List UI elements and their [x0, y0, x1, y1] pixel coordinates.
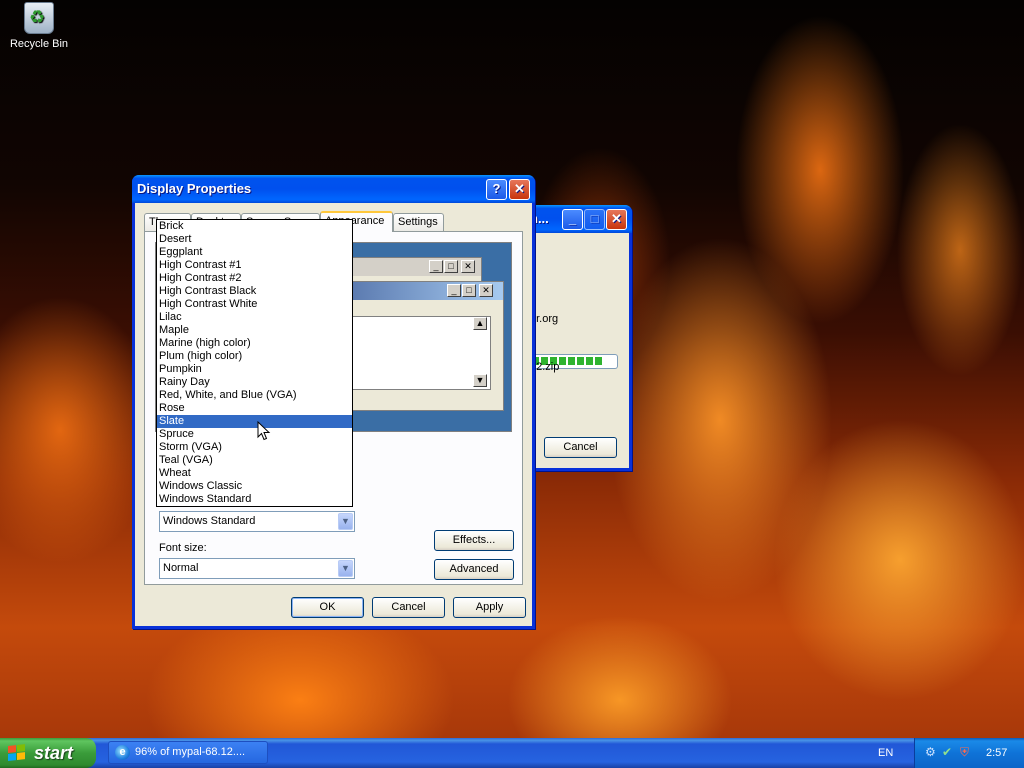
color-scheme-option[interactable]: Red, White, and Blue (VGA): [157, 389, 352, 402]
language-indicator[interactable]: EN: [878, 738, 893, 768]
color-scheme-option[interactable]: Brick: [157, 220, 352, 233]
system-tray: ⚙ ✔ ⛨ 2:57: [914, 738, 1024, 768]
taskbar-item-label: 96% of mypal-68.12....: [135, 746, 246, 758]
color-scheme-select[interactable]: Windows Standard ▼: [159, 511, 355, 532]
color-scheme-option[interactable]: Windows Standard: [157, 493, 352, 506]
window-title: Display Properties: [137, 181, 252, 196]
scroll-down-icon: ▼: [473, 374, 487, 387]
chevron-down-icon[interactable]: ▼: [338, 513, 353, 530]
clock[interactable]: 2:57: [986, 738, 1007, 768]
color-scheme-option[interactable]: High Contrast Black: [157, 285, 352, 298]
start-button[interactable]: start: [0, 738, 96, 768]
ok-button[interactable]: OK: [291, 597, 364, 618]
color-scheme-value: Windows Standard: [163, 515, 256, 527]
close-icon: ✕: [461, 260, 475, 273]
maximize-icon: □: [444, 260, 458, 273]
apply-button[interactable]: Apply: [453, 597, 526, 618]
start-label: start: [34, 743, 74, 763]
advanced-button[interactable]: Advanced: [434, 559, 514, 580]
effects-button[interactable]: Effects...: [434, 530, 514, 551]
color-scheme-option[interactable]: Rose: [157, 402, 352, 415]
progress-block: [577, 357, 584, 365]
mouse-cursor-icon: [257, 421, 271, 441]
close-button[interactable]: ✕: [509, 179, 530, 200]
recycle-bin[interactable]: Recycle Bin: [8, 2, 70, 50]
color-scheme-option[interactable]: Lilac: [157, 311, 352, 324]
download-dialog-titlebar[interactable]: n... _ □ ✕: [530, 205, 632, 233]
color-scheme-option[interactable]: Slate: [157, 415, 352, 428]
progress-block: [595, 357, 602, 365]
color-scheme-option[interactable]: Wheat: [157, 467, 352, 480]
security-shield-icon[interactable]: ⛨: [960, 746, 973, 759]
color-scheme-option[interactable]: Rainy Day: [157, 376, 352, 389]
color-scheme-option[interactable]: Plum (high color): [157, 350, 352, 363]
color-scheme-option[interactable]: Spruce: [157, 428, 352, 441]
download-dialog: n... _ □ ✕ er.org 82.zip Cancel: [530, 205, 632, 471]
font-size-select[interactable]: Normal ▼: [159, 558, 355, 579]
color-scheme-option[interactable]: Storm (VGA): [157, 441, 352, 454]
maximize-button[interactable]: □: [584, 209, 605, 230]
windows-flag-icon: [8, 744, 26, 762]
chevron-down-icon[interactable]: ▼: [338, 560, 353, 577]
color-scheme-option[interactable]: Desert: [157, 233, 352, 246]
update-icon[interactable]: ✔: [942, 746, 955, 759]
network-icon[interactable]: ⚙: [925, 746, 938, 759]
minimize-icon: _: [447, 284, 461, 297]
minimize-button[interactable]: _: [562, 209, 583, 230]
progress-block: [559, 357, 566, 365]
color-scheme-option[interactable]: Pumpkin: [157, 363, 352, 376]
taskbar-item-download[interactable]: e 96% of mypal-68.12....: [108, 741, 268, 764]
progress-block: [586, 357, 593, 365]
recycle-bin-icon[interactable]: [24, 2, 54, 34]
color-scheme-option[interactable]: High Contrast #2: [157, 272, 352, 285]
scroll-up-icon: ▲: [473, 317, 487, 330]
maximize-icon: □: [462, 284, 476, 297]
browser-icon: e: [115, 745, 130, 760]
color-scheme-option[interactable]: Marine (high color): [157, 337, 352, 350]
help-button[interactable]: ?: [486, 179, 507, 200]
color-scheme-option[interactable]: Maple: [157, 324, 352, 337]
color-scheme-dropdown-list[interactable]: Brick Desert Eggplant High Contrast #1 High …: [156, 219, 353, 507]
download-cancel-button[interactable]: Cancel: [544, 437, 617, 458]
color-scheme-option[interactable]: Eggplant: [157, 246, 352, 259]
color-scheme-option[interactable]: Teal (VGA): [157, 454, 352, 467]
display-properties-titlebar[interactable]: Display Properties ? ✕: [132, 175, 535, 203]
progress-block: [568, 357, 575, 365]
font-size-label: Font size:: [159, 542, 207, 554]
cancel-button[interactable]: Cancel: [372, 597, 445, 618]
font-size-value: Normal: [163, 562, 199, 574]
color-scheme-option[interactable]: High Contrast #1: [157, 259, 352, 272]
taskbar: start e 96% of mypal-68.12.... EN ⚙ ✔ ⛨ …: [0, 738, 1024, 768]
recycle-bin-label: Recycle Bin: [9, 38, 69, 50]
download-dialog-body: er.org 82.zip Cancel: [530, 233, 629, 468]
close-button[interactable]: ✕: [606, 209, 627, 230]
tab-settings[interactable]: Settings: [393, 213, 444, 231]
minimize-icon: _: [429, 260, 443, 273]
close-icon: ✕: [479, 284, 493, 297]
color-scheme-option[interactable]: Windows Classic: [157, 480, 352, 493]
color-scheme-option[interactable]: High Contrast White: [157, 298, 352, 311]
